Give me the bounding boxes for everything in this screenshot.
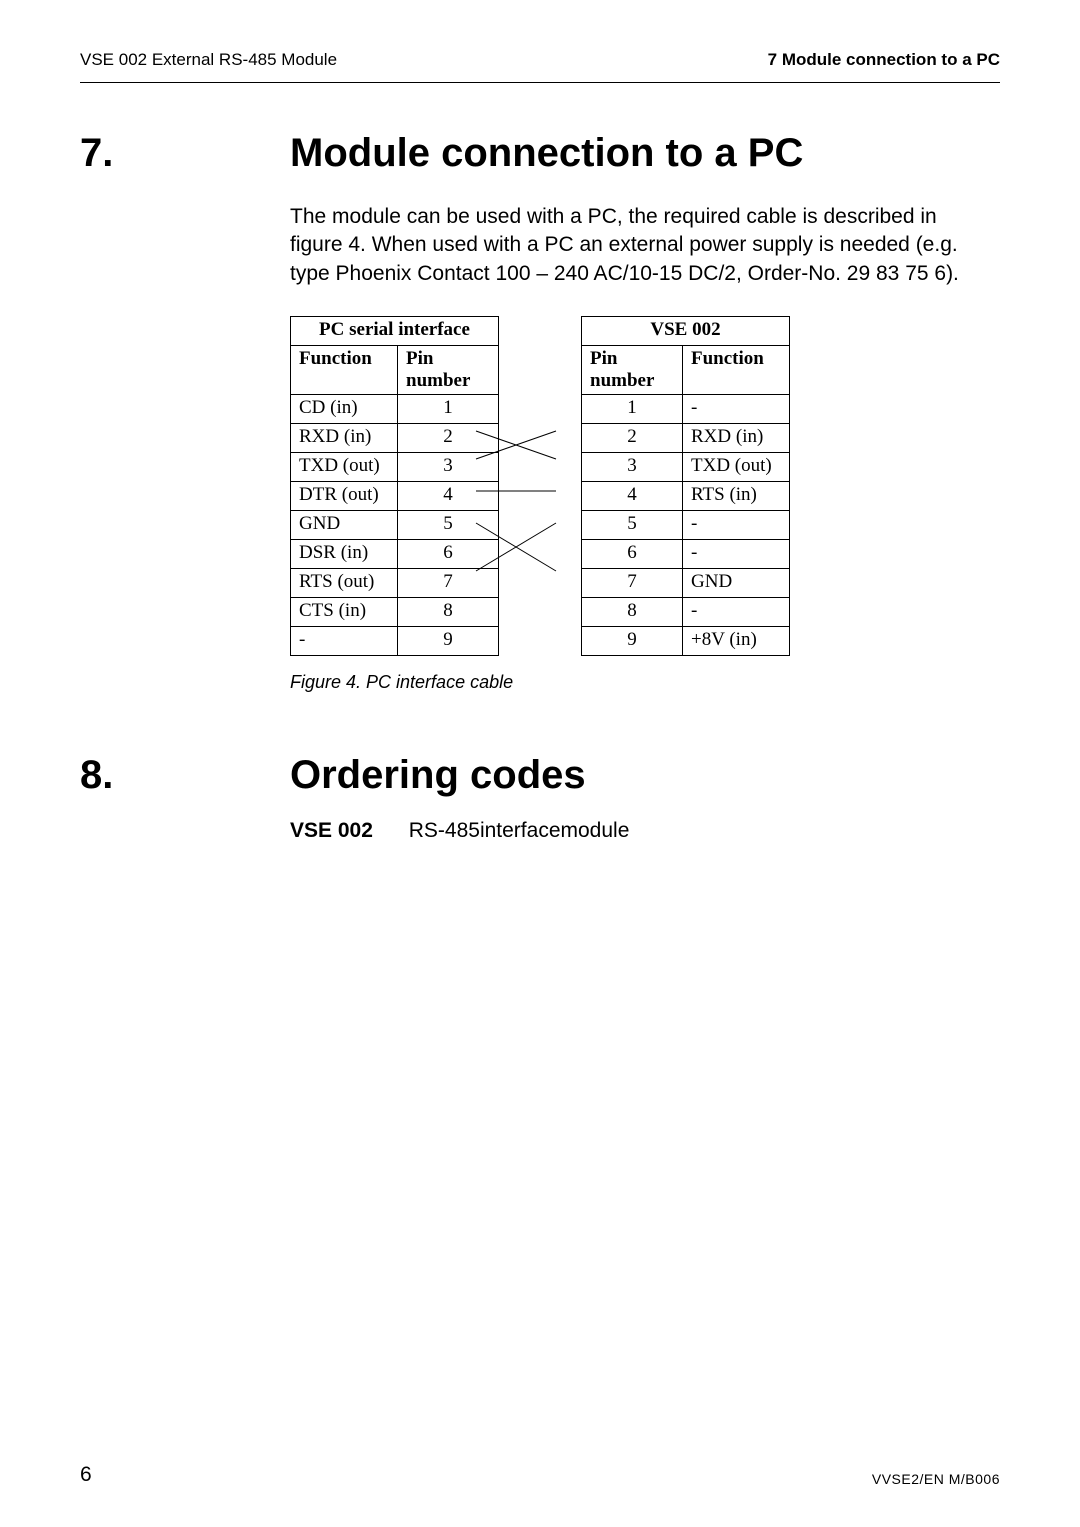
left-col-function: Function bbox=[291, 346, 398, 395]
right-table-title: VSE 002 bbox=[582, 317, 790, 346]
left-table-title: PC serial interface bbox=[291, 317, 499, 346]
section-7-title: Module connection to a PC bbox=[290, 131, 803, 175]
table-row: RXD (in)2 bbox=[291, 424, 499, 453]
section-7-paragraph: The module can be used with a PC, the re… bbox=[290, 203, 960, 288]
table-row: 9+8V (in) bbox=[582, 627, 790, 656]
table-row: 6- bbox=[582, 540, 790, 569]
page-footer: 6 VVSE2/EN M/B006 bbox=[80, 1463, 1000, 1487]
section-7: 7. Module connection to a PC The module … bbox=[80, 131, 1000, 693]
vse-002-table: VSE 002 Pin number Function 1- 2RXD (in)… bbox=[581, 316, 790, 656]
table-row: 3TXD (out) bbox=[582, 453, 790, 482]
ordering-code-line: VSE 002 RS-485interfacemodule bbox=[290, 819, 960, 843]
header-left: VSE 002 External RS-485 Module bbox=[80, 50, 337, 70]
table-row: GND5 bbox=[291, 511, 499, 540]
document-id: VVSE2/EN M/B006 bbox=[872, 1471, 1000, 1487]
table-row: CD (in)1 bbox=[291, 395, 499, 424]
table-row: DSR (in)6 bbox=[291, 540, 499, 569]
ordering-desc: RS-485interfacemodule bbox=[409, 819, 630, 842]
figure-4: PC serial interface Function Pin number … bbox=[290, 316, 970, 656]
pc-serial-interface-table: PC serial interface Function Pin number … bbox=[290, 316, 499, 656]
header-right: 7 Module connection to a PC bbox=[768, 50, 1000, 70]
table-row: 1- bbox=[582, 395, 790, 424]
table-row: 4RTS (in) bbox=[582, 482, 790, 511]
left-col-pin: Pin number bbox=[398, 346, 499, 395]
right-col-pin: Pin number bbox=[582, 346, 683, 395]
page-number: 6 bbox=[80, 1463, 92, 1487]
table-row: RTS (out)7 bbox=[291, 569, 499, 598]
figure-4-caption: Figure 4. PC interface cable bbox=[290, 672, 960, 693]
ordering-code: VSE 002 bbox=[290, 819, 373, 842]
table-row: 5- bbox=[582, 511, 790, 540]
table-row: 8- bbox=[582, 598, 790, 627]
right-col-function: Function bbox=[683, 346, 790, 395]
table-row: DTR (out)4 bbox=[291, 482, 499, 511]
table-row: TXD (out)3 bbox=[291, 453, 499, 482]
section-8: 8. Ordering codes VSE 002 RS-485interfac… bbox=[80, 753, 1000, 843]
section-8-title: Ordering codes bbox=[290, 753, 586, 797]
table-row: 7GND bbox=[582, 569, 790, 598]
section-7-number: 7. bbox=[80, 131, 290, 175]
running-header: VSE 002 External RS-485 Module 7 Module … bbox=[80, 50, 1000, 83]
table-row: 2RXD (in) bbox=[582, 424, 790, 453]
section-8-number: 8. bbox=[80, 753, 290, 797]
table-row: -9 bbox=[291, 627, 499, 656]
table-row: CTS (in)8 bbox=[291, 598, 499, 627]
